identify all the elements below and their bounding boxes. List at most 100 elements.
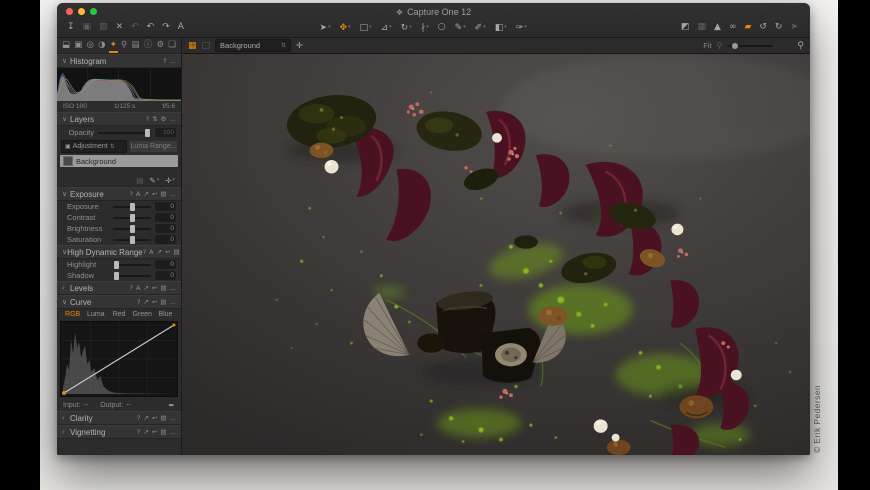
curve-tab-luma[interactable]: Luma xyxy=(84,309,107,320)
single-view-icon[interactable]: □ xyxy=(202,37,211,55)
presets-icon[interactable]: ▤ xyxy=(160,284,166,292)
more-icon[interactable]: … xyxy=(170,284,177,292)
heal-tool[interactable]: ∤▾ xyxy=(421,18,429,37)
help-icon[interactable]: ? xyxy=(143,248,146,256)
copy-icon[interactable]: ↗ xyxy=(143,190,148,198)
more-icon[interactable]: … xyxy=(170,428,177,436)
chevron-down-icon[interactable]: ∨ xyxy=(62,115,70,123)
histogram-panel-header[interactable]: ∨ Histogram ?… xyxy=(57,54,181,68)
delete-icon[interactable]: ✕ xyxy=(116,18,124,36)
chevron-down-icon[interactable]: ∨ xyxy=(62,190,70,198)
zoom-out-icon[interactable]: ⚲ xyxy=(717,37,723,55)
help-icon[interactable]: ? xyxy=(137,414,140,422)
tab-metadata[interactable]: ⓘ xyxy=(144,38,153,53)
slider-handle[interactable] xyxy=(130,214,135,222)
magic-brush-tool[interactable]: ✑▾ xyxy=(516,18,527,37)
close-window-button[interactable] xyxy=(66,8,73,15)
reset-icon[interactable]: ↩ xyxy=(152,428,157,436)
zoom-window-button[interactable] xyxy=(90,8,97,15)
slider-track[interactable] xyxy=(113,264,151,266)
brush-settings-icon[interactable]: ✎▾ xyxy=(149,175,159,186)
multi-view-icon[interactable]: ▦ xyxy=(188,37,197,55)
chevron-down-icon[interactable]: ∨ xyxy=(62,57,70,65)
select-tool[interactable]: ➤▾ xyxy=(319,18,330,37)
curve-tab-red[interactable]: Red xyxy=(107,309,130,320)
browser-toggle-icon[interactable]: ▰ xyxy=(744,18,751,36)
reset-icon[interactable]: ↩ xyxy=(152,190,157,198)
layers-panel-header[interactable]: ∨ Layers ?⇅⚙… xyxy=(57,112,181,126)
slider-value[interactable]: 0 xyxy=(155,235,176,244)
chevron-right-icon[interactable]: › xyxy=(62,284,70,292)
slider-handle[interactable] xyxy=(114,261,119,269)
slider-handle[interactable] xyxy=(130,225,135,233)
more-icon[interactable]: … xyxy=(170,115,177,123)
gradient-mask-tool[interactable]: ◧▾ xyxy=(495,18,507,37)
crop-tool[interactable]: □▾ xyxy=(360,18,372,37)
slider-track[interactable] xyxy=(113,239,151,241)
curve-tab-blue[interactable]: Blue xyxy=(154,309,177,320)
copy-icon[interactable]: ↗ xyxy=(143,414,148,422)
presets-icon[interactable]: ▤ xyxy=(160,190,166,198)
rotate-left-icon[interactable]: ↺ xyxy=(759,18,767,36)
erase-mask-tool[interactable]: ✐▾ xyxy=(475,18,486,37)
presets-icon[interactable]: ▤ xyxy=(160,414,166,422)
loupe-icon[interactable]: ⚲ xyxy=(797,37,804,55)
annotations-icon[interactable]: A xyxy=(178,18,184,36)
help-icon[interactable]: ? xyxy=(146,115,149,123)
exposure-warning-icon[interactable]: ◩ xyxy=(681,18,690,36)
move-layer-icon[interactable]: ⇅ xyxy=(152,115,157,123)
opacity-value[interactable]: 100 xyxy=(155,128,176,137)
more-icon[interactable]: … xyxy=(170,57,177,65)
cursor-edit-icon[interactable]: ➤ xyxy=(790,18,798,36)
copy-icon[interactable]: ↗ xyxy=(143,298,148,306)
tab-library[interactable]: ⬓ xyxy=(62,38,70,53)
tab-color[interactable]: ◑ xyxy=(98,38,105,53)
exposure-panel-header[interactable]: ∨ Exposure ?A↗↩▤… xyxy=(57,187,181,201)
proof-profile-icon[interactable]: ∞ xyxy=(729,18,737,36)
reset-icon[interactable]: ↩ xyxy=(152,298,157,306)
slider-handle[interactable] xyxy=(145,129,150,137)
help-icon[interactable]: ? xyxy=(137,298,140,306)
opacity-slider[interactable] xyxy=(98,132,151,134)
more-icon[interactable]: … xyxy=(170,298,177,306)
curve-tab-green[interactable]: Green xyxy=(131,309,154,320)
presets-icon[interactable]: ▤ xyxy=(174,248,180,256)
zoom-fit-label[interactable]: Fit xyxy=(703,41,711,50)
tab-exposure[interactable]: ✦ xyxy=(110,38,117,53)
add-adjustment-icon[interactable]: ✛▾ xyxy=(165,175,175,186)
curve-graph[interactable] xyxy=(60,321,178,397)
slider-track[interactable] xyxy=(113,217,151,219)
capture-icon[interactable]: ▣ xyxy=(83,18,92,36)
presets-icon[interactable]: ▤ xyxy=(160,298,166,306)
add-layer-icon[interactable]: ✛ xyxy=(296,37,303,55)
copy-icon[interactable]: ↗ xyxy=(143,428,148,436)
clarity-panel-header[interactable]: › Clarity ?↗↩▤… xyxy=(57,411,181,425)
curve-picker-icon[interactable]: ✒ xyxy=(168,401,175,410)
vignetting-panel-header[interactable]: › Vignetting ?↗↩▤… xyxy=(57,425,181,439)
levels-panel-header[interactable]: › Levels ?A↗↩▤… xyxy=(57,281,181,295)
slider-value[interactable]: 0 xyxy=(155,213,176,222)
grid-icon[interactable]: ▦ xyxy=(698,18,707,36)
help-icon[interactable]: ? xyxy=(137,428,140,436)
draw-mask-tool[interactable]: ✎▾ xyxy=(455,18,466,37)
chevron-right-icon[interactable]: › xyxy=(62,428,70,436)
slider-value[interactable]: 0 xyxy=(155,202,176,211)
slider-value[interactable]: 0 xyxy=(155,271,176,280)
layer-item-background[interactable]: Background xyxy=(60,155,178,167)
minimize-window-button[interactable] xyxy=(78,8,85,15)
auto-icon[interactable]: A xyxy=(149,248,153,256)
focus-mask-icon[interactable]: ▲ xyxy=(714,18,721,36)
mask-display-icon[interactable]: ▤ xyxy=(136,175,143,186)
layer-type-dropdown[interactable]: ▣ Adjustment ⇅ xyxy=(61,140,127,153)
slider-track[interactable] xyxy=(113,206,151,208)
layer-select-dropdown[interactable]: Background ⇅ xyxy=(215,39,291,52)
stepper-icon[interactable]: ⇅ xyxy=(110,143,115,150)
chevron-right-icon[interactable]: › xyxy=(62,414,70,422)
spot-tool[interactable]: ○ xyxy=(438,18,446,36)
chevron-down-icon[interactable]: ∨ xyxy=(62,298,70,306)
pan-tool[interactable]: ✥▾ xyxy=(340,18,351,37)
tab-details[interactable]: ⚲ xyxy=(121,38,127,53)
rotate-tool[interactable]: ↻▾ xyxy=(401,18,412,37)
help-icon[interactable]: ? xyxy=(130,284,133,292)
copy-icon[interactable]: ↗ xyxy=(143,284,148,292)
